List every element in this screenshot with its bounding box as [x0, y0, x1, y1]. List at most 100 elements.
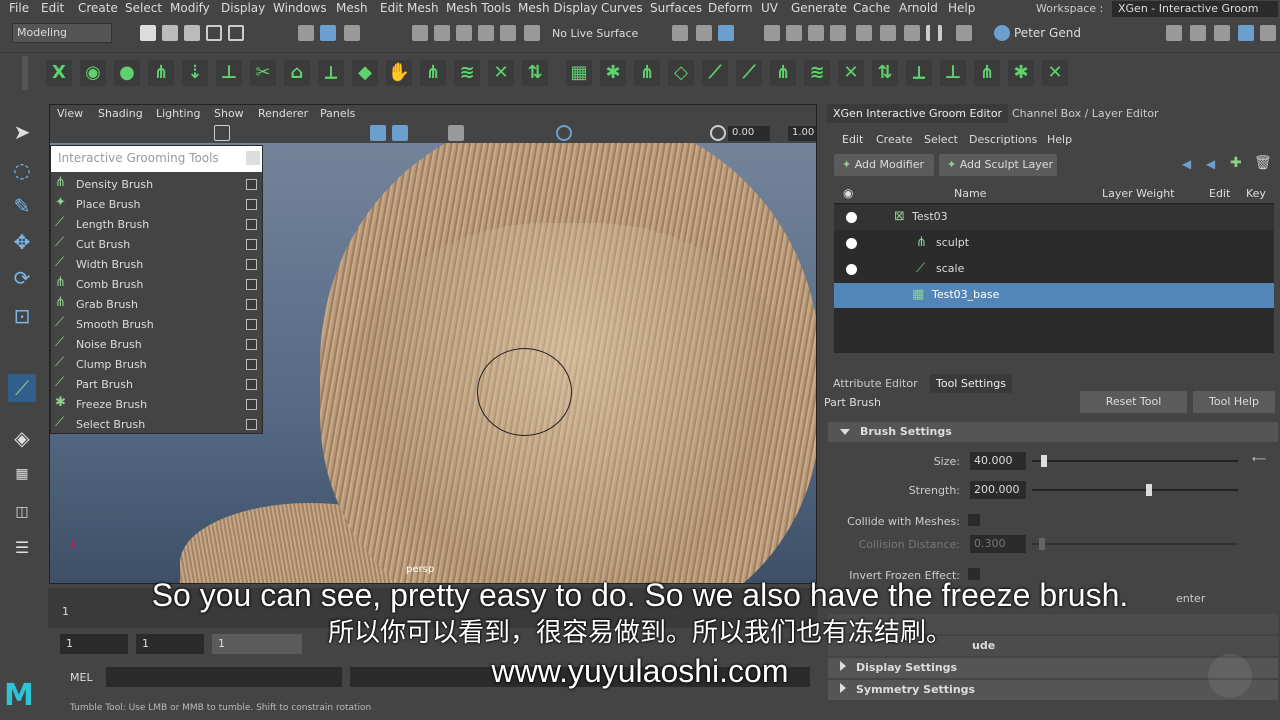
light-editor-icon[interactable]	[956, 25, 972, 41]
brush-row-grab-brush[interactable]: ⋔ Grab Brush	[51, 295, 262, 315]
layout-quad-icon[interactable]: ▦	[8, 460, 36, 488]
brush-row-noise-brush[interactable]: ⟋ Noise Brush	[51, 335, 262, 355]
brush-e-shelf-icon[interactable]: ⇅	[872, 60, 898, 86]
xgen-menu-select[interactable]: Select	[924, 133, 958, 146]
move-down-icon[interactable]: ◀	[1206, 157, 1222, 173]
undo-icon[interactable]	[206, 25, 222, 41]
menu-windows[interactable]: Windows	[273, 1, 327, 15]
outliner-icon[interactable]: ☰	[8, 534, 36, 562]
brush-g-shelf-icon[interactable]: ⊥	[940, 60, 966, 86]
layer-row[interactable]: ⊠ Test03	[834, 205, 1274, 230]
construction-history-icon[interactable]	[672, 25, 688, 41]
exposure-field[interactable]: 0.00	[728, 126, 770, 141]
size-slider[interactable]	[1032, 460, 1238, 462]
freeze-brush-shelf-icon[interactable]: ✱	[600, 60, 626, 86]
column-name[interactable]: Name	[954, 187, 986, 200]
render-settings-icon[interactable]	[718, 25, 734, 41]
collide-checkbox[interactable]	[968, 514, 980, 526]
vp-menu-shading[interactable]: Shading	[98, 107, 143, 120]
modeling-toolkit-icon[interactable]	[1166, 25, 1182, 41]
xgen-menu-descriptions[interactable]: Descriptions	[969, 133, 1037, 146]
snap-curve-icon[interactable]	[434, 25, 450, 41]
brush-row-smooth-brush[interactable]: ⟋ Smooth Brush	[51, 315, 262, 335]
visibility-toggle-icon[interactable]	[846, 264, 857, 275]
arnold-view-icon[interactable]	[904, 25, 920, 41]
brush-row-comb-brush[interactable]: ⋔ Comb Brush	[51, 275, 262, 295]
rotate-tool-icon[interactable]: ⟳	[8, 264, 36, 292]
size-slider-knob[interactable]	[1041, 455, 1047, 467]
brush-f-shelf-icon[interactable]: ⟂	[906, 60, 932, 86]
xgen-editor-toggle-icon[interactable]	[1260, 25, 1276, 41]
pause-icon[interactable]	[926, 25, 942, 41]
brush-checkbox[interactable]	[246, 239, 257, 250]
menu-edit-mesh[interactable]: Edit Mesh	[380, 1, 439, 15]
menu-generate[interactable]: Generate	[791, 1, 847, 15]
layer-row[interactable]: ⟋ scale	[834, 257, 1274, 282]
visibility-toggle-icon[interactable]	[846, 212, 857, 223]
menu-curves[interactable]: Curves	[601, 1, 643, 15]
brush-checkbox[interactable]	[246, 299, 257, 310]
brush-checkbox[interactable]	[246, 339, 257, 350]
select-object-icon[interactable]	[344, 25, 360, 41]
brush-row-place-brush[interactable]: ✦ Place Brush	[51, 195, 262, 215]
menu-mesh-tools[interactable]: Mesh Tools	[446, 1, 511, 15]
snap-grid-icon[interactable]	[412, 25, 428, 41]
user-name[interactable]: Peter Gend	[1014, 26, 1081, 40]
brush-row-select-brush[interactable]: ⟋ Select Brush	[51, 415, 262, 435]
snap-surface-icon[interactable]	[500, 25, 516, 41]
vp-menu-lighting[interactable]: Lighting	[156, 107, 200, 120]
tool-help-button[interactable]: Tool Help	[1193, 391, 1275, 413]
strength-slider-knob[interactable]	[1146, 484, 1152, 496]
menu-file[interactable]: File	[9, 1, 29, 15]
exposure-icon[interactable]	[710, 125, 726, 141]
column-layer-weight[interactable]: Layer Weight	[1102, 187, 1175, 200]
wireframe-icon[interactable]	[370, 125, 386, 141]
vp-menu-view[interactable]: View	[57, 107, 83, 120]
density-brush-shelf-icon[interactable]: ⋔	[148, 60, 174, 86]
menu-edit[interactable]: Edit	[41, 1, 64, 15]
brush-checkbox[interactable]	[246, 399, 257, 410]
layer-row[interactable]: ⋔ sculpt	[834, 231, 1274, 256]
render-current-icon[interactable]	[786, 25, 802, 41]
sculpt-shelf-icon[interactable]: ⋔	[634, 60, 660, 86]
new-layer-icon[interactable]: ✚	[1230, 155, 1246, 171]
open-scene-icon[interactable]	[162, 25, 178, 41]
layout-two-pane-icon[interactable]: ◫	[8, 498, 36, 526]
xray-icon[interactable]	[448, 125, 464, 141]
noise-brush-shelf-icon[interactable]: ≋	[454, 60, 480, 86]
tool-settings-toggle-icon[interactable]	[1238, 25, 1254, 41]
size-field[interactable]: 40.000	[970, 452, 1026, 470]
interactive-groom-icon[interactable]: ●	[114, 60, 140, 86]
comb-brush-shelf-icon[interactable]: ◆	[352, 60, 378, 86]
size-pin-icon[interactable]: ⟵	[1252, 454, 1266, 465]
snap-point-icon[interactable]	[456, 25, 472, 41]
add-modifier-button[interactable]: ✦ Add Modifier	[834, 154, 934, 176]
reset-tool-button[interactable]: Reset Tool	[1080, 391, 1187, 413]
brush-row-part-brush[interactable]: ⟋ Part Brush	[51, 375, 262, 395]
vp-menu-renderer[interactable]: Renderer	[258, 107, 308, 120]
move-tool-icon[interactable]: ✥	[8, 228, 36, 256]
new-scene-icon[interactable]	[140, 25, 156, 41]
attribute-editor-toggle-icon[interactable]	[1214, 25, 1230, 41]
scale-tool-icon[interactable]: ⊡	[8, 302, 36, 330]
menu-help[interactable]: Help	[948, 1, 975, 15]
xgen-menu-create[interactable]: Create	[876, 133, 913, 146]
snap-view-icon[interactable]	[478, 25, 494, 41]
vp-menu-panels[interactable]: Panels	[320, 107, 355, 120]
channel-box-toggle-icon[interactable]	[1190, 25, 1206, 41]
menu-mesh-display[interactable]: Mesh Display	[518, 1, 598, 15]
brush-checkbox[interactable]	[246, 179, 257, 190]
brush-checkbox[interactable]	[246, 219, 257, 230]
tab-channel-box[interactable]: Channel Box / Layer Editor	[1006, 104, 1165, 123]
brush-i-shelf-icon[interactable]: ✱	[1008, 60, 1034, 86]
brush-row-freeze-brush[interactable]: ✱ Freeze Brush	[51, 395, 262, 415]
strength-field[interactable]: 200.000	[970, 481, 1026, 499]
brush-a-shelf-icon[interactable]: ⟋	[736, 60, 762, 86]
part-brush-shelf-icon[interactable]: ⇅	[522, 60, 548, 86]
grid-toggle-icon[interactable]	[214, 125, 230, 141]
scale-shelf-icon[interactable]: ⟋	[702, 60, 728, 86]
render-globals-icon[interactable]	[830, 25, 846, 41]
paint-select-icon[interactable]: ✎	[8, 192, 36, 220]
isolate-icon[interactable]	[556, 125, 572, 141]
tab-tool-settings[interactable]: Tool Settings	[930, 374, 1012, 393]
